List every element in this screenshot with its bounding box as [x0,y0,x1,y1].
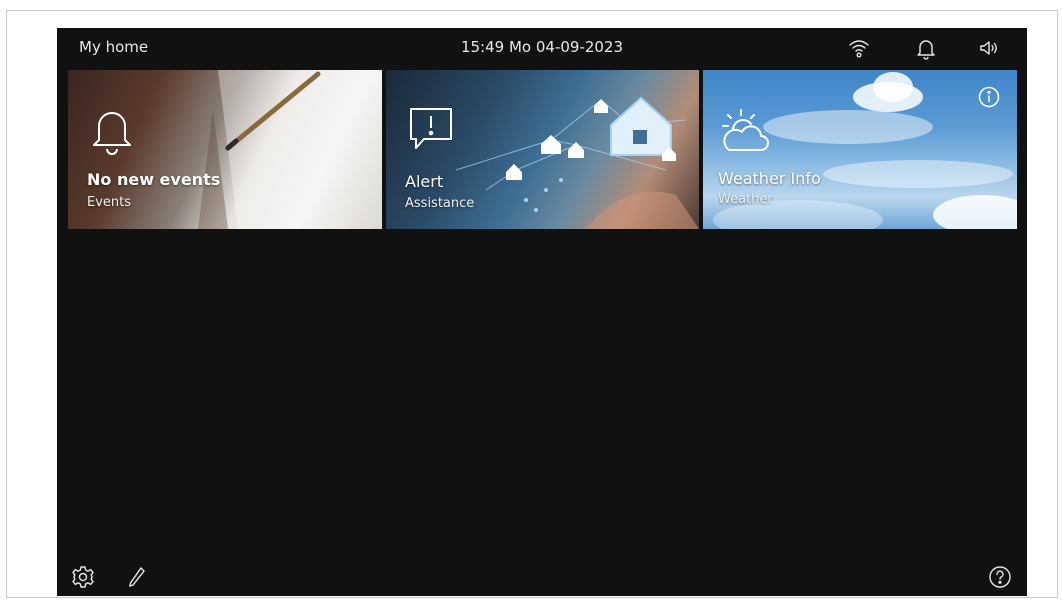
weather-subtitle: Weather [718,192,773,207]
wifi-icon[interactable] [847,36,871,60]
date-time: 15:49 Mo 04-09-2023 [460,38,624,56]
bell-icon [90,106,134,156]
assistance-subtitle: Assistance [405,196,475,211]
events-subtitle: Events [87,195,132,210]
weather-title: Weather Info [718,169,821,188]
alert-message-icon [408,106,454,156]
weather-tile[interactable]: Weather Info Weather [703,70,1017,229]
gear-icon[interactable] [71,565,95,589]
info-icon[interactable] [978,86,1000,108]
events-tile[interactable]: No new events Events [68,70,382,229]
bell-icon[interactable] [914,36,938,60]
sun-cloud-icon [719,106,771,156]
status-bar: My home 15:49 Mo 04-09-2023 [57,28,1027,68]
events-title: No new events [87,170,221,189]
assistance-title: Alert [405,172,444,191]
home-title: My home [79,38,149,56]
help-icon[interactable] [988,565,1012,589]
speaker-icon[interactable] [977,36,1001,60]
pencil-icon[interactable] [125,565,149,589]
home-screen: My home 15:49 Mo 04-09-2023 No new event… [57,28,1027,596]
assistance-tile[interactable]: Alert Assistance [386,70,699,229]
